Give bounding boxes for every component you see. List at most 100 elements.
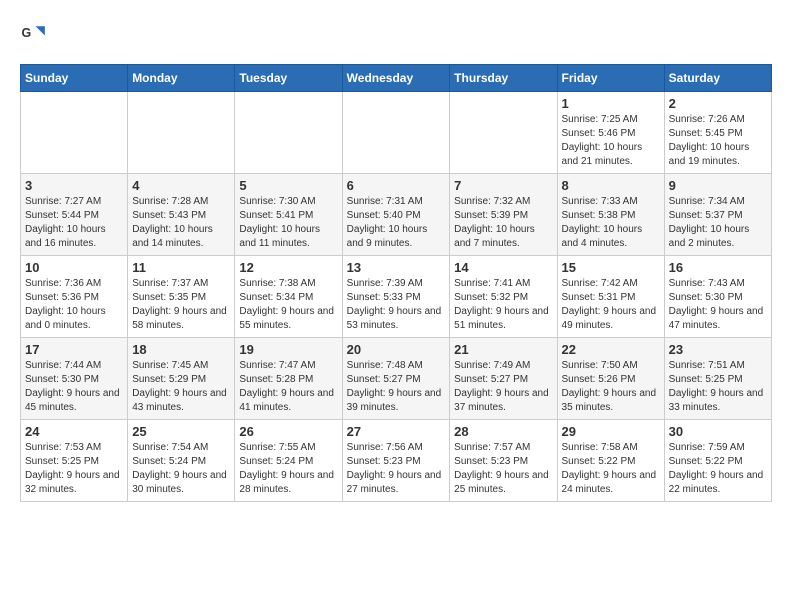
day-cell: 21 Sunrise: 7:49 AM Sunset: 5:27 PM Dayli… bbox=[450, 338, 557, 420]
day-number: 30 bbox=[669, 424, 767, 439]
day-info: Sunrise: 7:36 AM Sunset: 5:36 PM Dayligh… bbox=[25, 277, 123, 333]
day-number: 14 bbox=[454, 260, 552, 275]
day-number: 4 bbox=[132, 178, 230, 193]
day-info: Sunrise: 7:37 AM Sunset: 5:35 PM Dayligh… bbox=[132, 277, 230, 333]
week-row-2: 3 Sunrise: 7:27 AM Sunset: 5:44 PM Daylig… bbox=[21, 174, 772, 256]
day-cell: 10Sunrise: 7:36 AM Sunset: 5:36 PM Dayli… bbox=[21, 256, 128, 338]
day-info: Sunrise: 7:33 AM Sunset: 5:38 PM Dayligh… bbox=[562, 195, 660, 251]
week-row-1: 1 Sunrise: 7:25 AM Sunset: 5:46 PM Daylig… bbox=[21, 92, 772, 174]
day-info: Sunrise: 7:32 AM Sunset: 5:39 PM Dayligh… bbox=[454, 195, 552, 251]
day-cell: 8 Sunrise: 7:33 AM Sunset: 5:38 PM Daylig… bbox=[557, 174, 664, 256]
day-info: Sunrise: 7:30 AM Sunset: 5:41 PM Dayligh… bbox=[239, 195, 337, 251]
logo: G bbox=[20, 20, 52, 48]
day-header-monday: Monday bbox=[128, 65, 235, 92]
day-info: Sunrise: 7:42 AM Sunset: 5:31 PM Dayligh… bbox=[562, 277, 660, 333]
week-row-5: 24 Sunrise: 7:53 AM Sunset: 5:25 PM Dayli… bbox=[21, 420, 772, 502]
day-number: 21 bbox=[454, 342, 552, 357]
day-number: 25 bbox=[132, 424, 230, 439]
day-number: 17 bbox=[25, 342, 123, 357]
day-cell: 9Sunrise: 7:34 AM Sunset: 5:37 PM Daylig… bbox=[664, 174, 771, 256]
day-cell: 1 Sunrise: 7:25 AM Sunset: 5:46 PM Daylig… bbox=[557, 92, 664, 174]
day-number: 6 bbox=[347, 178, 446, 193]
day-cell: 23Sunrise: 7:51 AM Sunset: 5:25 PM Dayli… bbox=[664, 338, 771, 420]
day-header-thursday: Thursday bbox=[450, 65, 557, 92]
day-number: 28 bbox=[454, 424, 552, 439]
day-info: Sunrise: 7:49 AM Sunset: 5:27 PM Dayligh… bbox=[454, 359, 552, 415]
day-number: 26 bbox=[239, 424, 337, 439]
day-number: 15 bbox=[562, 260, 660, 275]
day-cell bbox=[342, 92, 450, 174]
day-cell: 25 Sunrise: 7:54 AM Sunset: 5:24 PM Dayli… bbox=[128, 420, 235, 502]
day-info: Sunrise: 7:57 AM Sunset: 5:23 PM Dayligh… bbox=[454, 441, 552, 497]
day-cell: 14 Sunrise: 7:41 AM Sunset: 5:32 PM Dayli… bbox=[450, 256, 557, 338]
day-cell: 4 Sunrise: 7:28 AM Sunset: 5:43 PM Daylig… bbox=[128, 174, 235, 256]
day-cell: 13 Sunrise: 7:39 AM Sunset: 5:33 PM Dayli… bbox=[342, 256, 450, 338]
day-info: Sunrise: 7:25 AM Sunset: 5:46 PM Dayligh… bbox=[562, 113, 660, 169]
day-header-sunday: Sunday bbox=[21, 65, 128, 92]
calendar-body: 1 Sunrise: 7:25 AM Sunset: 5:46 PM Daylig… bbox=[21, 92, 772, 502]
day-info: Sunrise: 7:27 AM Sunset: 5:44 PM Dayligh… bbox=[25, 195, 123, 251]
header-row: SundayMondayTuesdayWednesdayThursdayFrid… bbox=[21, 65, 772, 92]
day-number: 1 bbox=[562, 96, 660, 111]
day-number: 13 bbox=[347, 260, 446, 275]
day-cell: 17 Sunrise: 7:44 AM Sunset: 5:30 PM Dayli… bbox=[21, 338, 128, 420]
day-cell: 24 Sunrise: 7:53 AM Sunset: 5:25 PM Dayli… bbox=[21, 420, 128, 502]
day-info: Sunrise: 7:28 AM Sunset: 5:43 PM Dayligh… bbox=[132, 195, 230, 251]
day-cell bbox=[21, 92, 128, 174]
day-info: Sunrise: 7:51 AM Sunset: 5:25 PM Dayligh… bbox=[669, 359, 767, 415]
day-number: 19 bbox=[239, 342, 337, 357]
day-number: 18 bbox=[132, 342, 230, 357]
day-header-wednesday: Wednesday bbox=[342, 65, 450, 92]
day-cell bbox=[450, 92, 557, 174]
day-number: 27 bbox=[347, 424, 446, 439]
day-info: Sunrise: 7:48 AM Sunset: 5:27 PM Dayligh… bbox=[347, 359, 446, 415]
day-cell: 3 Sunrise: 7:27 AM Sunset: 5:44 PM Daylig… bbox=[21, 174, 128, 256]
day-number: 11 bbox=[132, 260, 230, 275]
day-cell: 22Sunrise: 7:50 AM Sunset: 5:26 PM Dayli… bbox=[557, 338, 664, 420]
day-info: Sunrise: 7:47 AM Sunset: 5:28 PM Dayligh… bbox=[239, 359, 337, 415]
day-info: Sunrise: 7:53 AM Sunset: 5:25 PM Dayligh… bbox=[25, 441, 123, 497]
day-header-tuesday: Tuesday bbox=[235, 65, 342, 92]
day-number: 7 bbox=[454, 178, 552, 193]
day-cell: 6 Sunrise: 7:31 AM Sunset: 5:40 PM Daylig… bbox=[342, 174, 450, 256]
calendar-header: SundayMondayTuesdayWednesdayThursdayFrid… bbox=[21, 65, 772, 92]
day-info: Sunrise: 7:26 AM Sunset: 5:45 PM Dayligh… bbox=[669, 113, 767, 169]
day-header-friday: Friday bbox=[557, 65, 664, 92]
day-info: Sunrise: 7:34 AM Sunset: 5:37 PM Dayligh… bbox=[669, 195, 767, 251]
day-cell: 5 Sunrise: 7:30 AM Sunset: 5:41 PM Daylig… bbox=[235, 174, 342, 256]
week-row-3: 10Sunrise: 7:36 AM Sunset: 5:36 PM Dayli… bbox=[21, 256, 772, 338]
day-cell: 20 Sunrise: 7:48 AM Sunset: 5:27 PM Dayli… bbox=[342, 338, 450, 420]
day-info: Sunrise: 7:56 AM Sunset: 5:23 PM Dayligh… bbox=[347, 441, 446, 497]
day-header-saturday: Saturday bbox=[664, 65, 771, 92]
day-info: Sunrise: 7:55 AM Sunset: 5:24 PM Dayligh… bbox=[239, 441, 337, 497]
day-info: Sunrise: 7:41 AM Sunset: 5:32 PM Dayligh… bbox=[454, 277, 552, 333]
day-cell: 15 Sunrise: 7:42 AM Sunset: 5:31 PM Dayli… bbox=[557, 256, 664, 338]
day-cell: 7 Sunrise: 7:32 AM Sunset: 5:39 PM Daylig… bbox=[450, 174, 557, 256]
day-number: 24 bbox=[25, 424, 123, 439]
day-number: 8 bbox=[562, 178, 660, 193]
day-number: 3 bbox=[25, 178, 123, 193]
day-info: Sunrise: 7:54 AM Sunset: 5:24 PM Dayligh… bbox=[132, 441, 230, 497]
day-info: Sunrise: 7:58 AM Sunset: 5:22 PM Dayligh… bbox=[562, 441, 660, 497]
day-cell: 2Sunrise: 7:26 AM Sunset: 5:45 PM Daylig… bbox=[664, 92, 771, 174]
calendar-table: SundayMondayTuesdayWednesdayThursdayFrid… bbox=[20, 64, 772, 502]
day-number: 20 bbox=[347, 342, 446, 357]
day-info: Sunrise: 7:59 AM Sunset: 5:22 PM Dayligh… bbox=[669, 441, 767, 497]
day-cell bbox=[235, 92, 342, 174]
day-cell: 16Sunrise: 7:43 AM Sunset: 5:30 PM Dayli… bbox=[664, 256, 771, 338]
day-cell bbox=[128, 92, 235, 174]
day-info: Sunrise: 7:39 AM Sunset: 5:33 PM Dayligh… bbox=[347, 277, 446, 333]
day-cell: 18Sunrise: 7:45 AM Sunset: 5:29 PM Dayli… bbox=[128, 338, 235, 420]
day-cell: 26 Sunrise: 7:55 AM Sunset: 5:24 PM Dayli… bbox=[235, 420, 342, 502]
day-cell: 29 Sunrise: 7:58 AM Sunset: 5:22 PM Dayli… bbox=[557, 420, 664, 502]
day-cell: 11 Sunrise: 7:37 AM Sunset: 5:35 PM Dayli… bbox=[128, 256, 235, 338]
day-number: 29 bbox=[562, 424, 660, 439]
day-info: Sunrise: 7:38 AM Sunset: 5:34 PM Dayligh… bbox=[239, 277, 337, 333]
day-info: Sunrise: 7:44 AM Sunset: 5:30 PM Dayligh… bbox=[25, 359, 123, 415]
day-number: 5 bbox=[239, 178, 337, 193]
day-info: Sunrise: 7:31 AM Sunset: 5:40 PM Dayligh… bbox=[347, 195, 446, 251]
page-header: G bbox=[20, 20, 772, 48]
day-number: 12 bbox=[239, 260, 337, 275]
day-cell: 28 Sunrise: 7:57 AM Sunset: 5:23 PM Dayli… bbox=[450, 420, 557, 502]
day-info: Sunrise: 7:43 AM Sunset: 5:30 PM Dayligh… bbox=[669, 277, 767, 333]
